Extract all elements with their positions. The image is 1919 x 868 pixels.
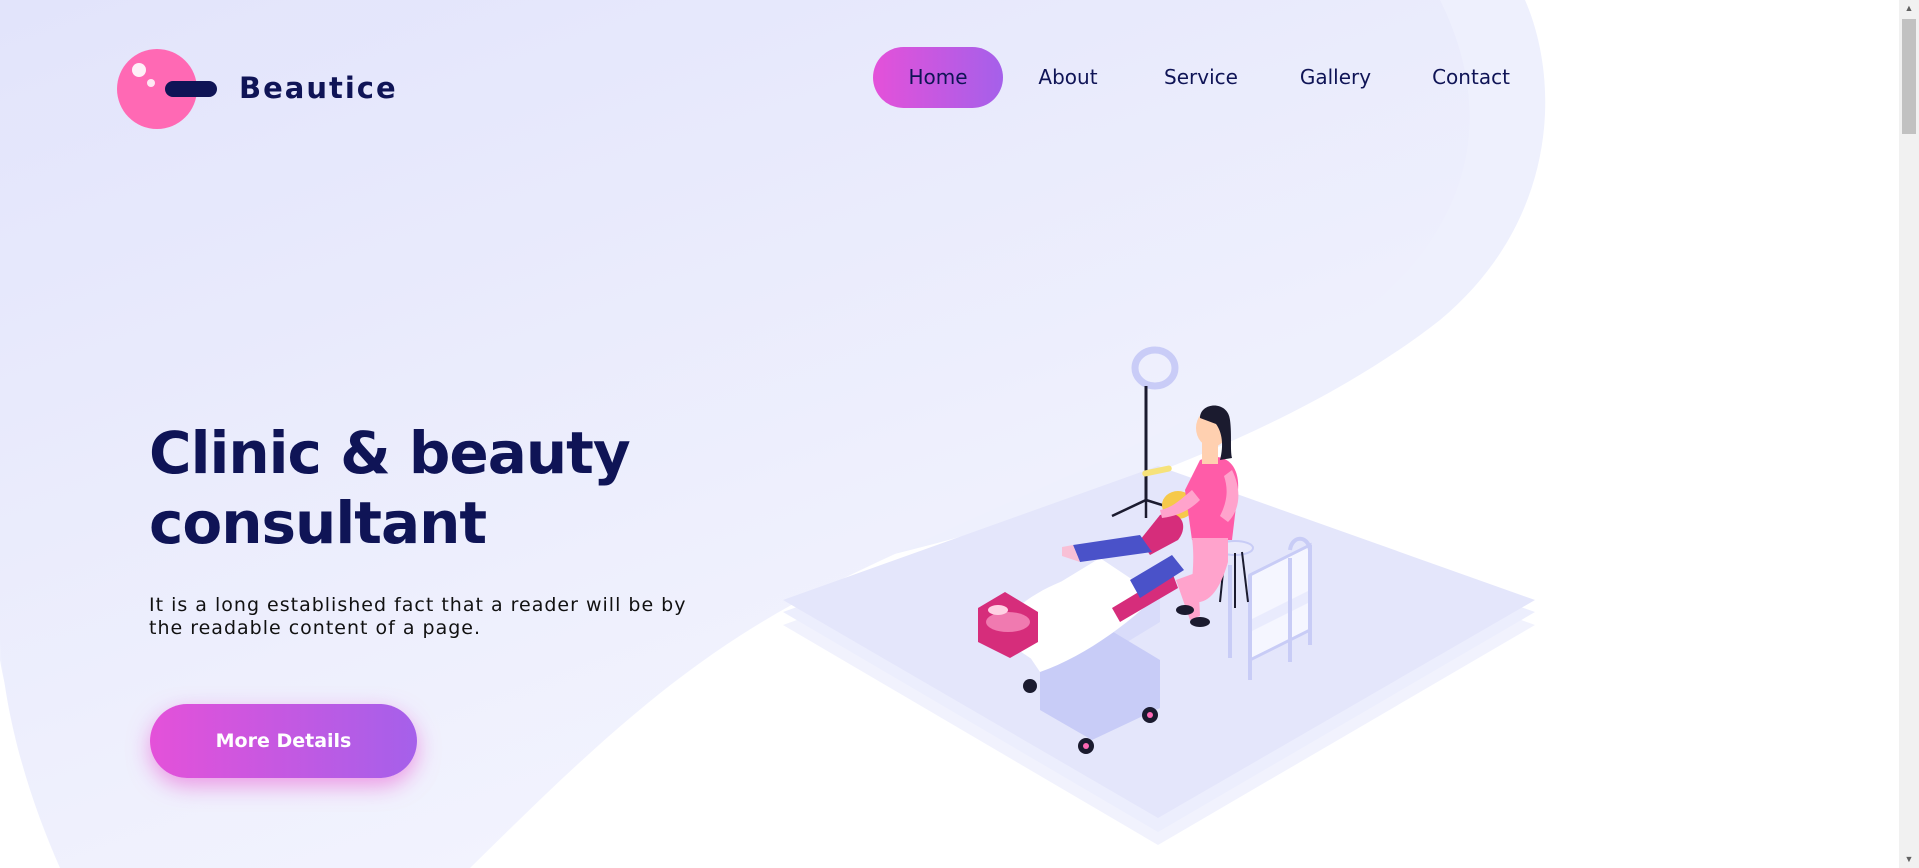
arrow-up-icon[interactable]: ▲ (1899, 0, 1919, 17)
beauty-clinic-illustration (783, 346, 1535, 845)
vertical-scrollbar[interactable]: ▲ ▼ (1899, 0, 1919, 868)
nav-contact[interactable]: Contact (1421, 47, 1521, 108)
brand-name: Beautice (239, 71, 398, 105)
nav-about[interactable]: About (1023, 47, 1113, 108)
arrow-down-icon[interactable]: ▼ (1899, 851, 1919, 868)
hero-title: Clinic & beauty consultant (149, 418, 769, 558)
brand-logo[interactable]: Beautice (117, 49, 417, 131)
logo-bar-icon (165, 81, 217, 97)
logo-bubble-icon (132, 63, 146, 77)
nav-home[interactable]: Home (873, 47, 1003, 108)
logo-bubble-small-icon (147, 79, 155, 87)
hero-title-line2: consultant (149, 489, 487, 557)
nav-gallery[interactable]: Gallery (1288, 47, 1383, 108)
hero-title-line1: Clinic & beauty (149, 419, 631, 487)
nav-service[interactable]: Service (1151, 47, 1251, 108)
hero-description: It is a long established fact that a rea… (149, 594, 687, 639)
more-details-button[interactable]: More Details (150, 704, 417, 778)
scrollbar-thumb[interactable] (1902, 19, 1916, 134)
